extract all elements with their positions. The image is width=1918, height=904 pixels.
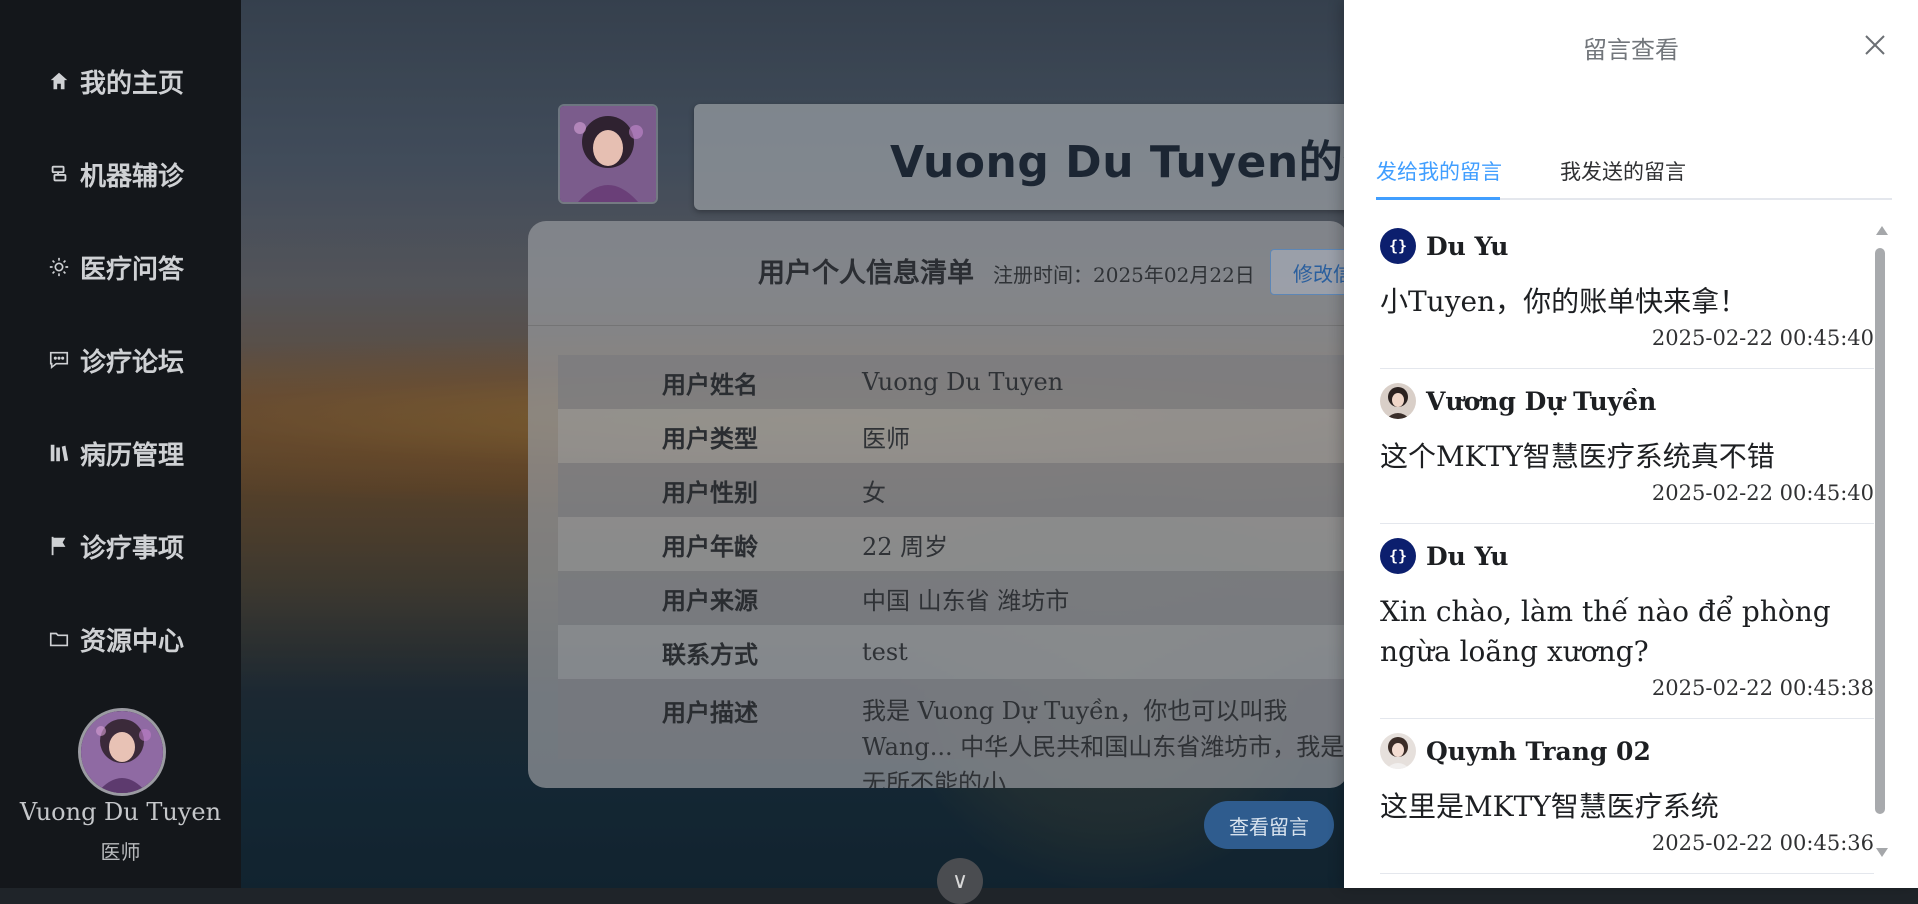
sender-name: Quynh Trang 02	[1426, 736, 1651, 766]
profile-avatar	[558, 104, 658, 204]
message-time: 2025-02-22 00:45:36	[1651, 831, 1874, 855]
code-avatar: {}	[1380, 538, 1416, 574]
flag-icon	[48, 535, 70, 557]
photo-avatar	[1380, 733, 1416, 769]
row-value: 女	[862, 478, 886, 507]
table-row: 用户姓名 Vuong Du Tuyen	[558, 355, 1348, 409]
sidebar-user-role: 医师	[100, 840, 141, 864]
row-key: 用户类型	[662, 424, 758, 453]
list-item: {} Du Yu 小Tuyen，你的账单快来拿！ 2025-02-22 00:4…	[1380, 214, 1874, 369]
chat-icon	[48, 349, 70, 371]
table-row: 用户来源 中国 山东省 潍坊市	[558, 571, 1348, 625]
row-key: 用户姓名	[662, 370, 758, 399]
sidebar-item-label: 病历管理	[80, 440, 185, 471]
info-card-title: 用户个人信息清单	[758, 258, 974, 289]
message-time: 2025-02-22 00:45:40	[1651, 481, 1874, 505]
message-sender: Quynh Trang 02	[1380, 719, 1874, 777]
sun-icon	[48, 256, 70, 278]
view-messages-button[interactable]: 查看留言	[1204, 801, 1334, 849]
scroll-up-icon[interactable]	[1876, 226, 1888, 235]
row-key: 用户来源	[662, 586, 758, 615]
close-icon[interactable]	[1862, 32, 1888, 58]
row-value: 我是 Vuong Dự Tuyền，你也可以叫我 Wang... 中华人民共和国…	[862, 697, 1345, 788]
row-value: 中国 山东省 潍坊市	[862, 586, 1070, 615]
drawer-title: 留言查看	[1583, 36, 1679, 64]
sidebar-item-forum[interactable]: 诊疗论坛	[48, 340, 184, 380]
robot-icon	[48, 163, 70, 185]
message-sender: Vương Dự Tuyền	[1380, 369, 1874, 427]
sidebar-item-label: 我的主页	[80, 68, 185, 99]
table-row: 用户类型 医师	[558, 409, 1348, 463]
list-item: {} Du Yu Xin chào, làm thế nào để phòng …	[1380, 524, 1874, 719]
list-item: Vương Dự Tuyền 这个MKTY智慧医疗系统真不错 2025-02-2…	[1380, 369, 1874, 524]
sidebar-item-label: 机器辅诊	[80, 161, 185, 192]
message-time: 2025-02-22 00:45:38	[1651, 676, 1874, 700]
row-key: 用户性别	[662, 478, 758, 507]
row-key: 联系方式	[662, 640, 758, 669]
sidebar-item-matters[interactable]: 诊疗事项	[48, 526, 184, 566]
table-row: 用户性别 女	[558, 463, 1348, 517]
message-text: 这个MKTY智慧医疗系统真不错	[1380, 440, 1775, 473]
info-card-header: 用户个人信息清单 注册时间：2025年02月22日 修改信息	[528, 221, 1348, 326]
tab-received-messages[interactable]: 发给我的留言	[1376, 156, 1502, 186]
user-info-card: 用户个人信息清单 注册时间：2025年02月22日 修改信息 用户姓名 Vuon…	[528, 221, 1348, 788]
registration-time: 注册时间：2025年02月22日	[993, 263, 1255, 287]
sender-name: Du Yu	[1426, 231, 1509, 261]
sidebar-item-label: 资源中心	[80, 626, 185, 657]
table-row: 用户描述 我是 Vuong Dự Tuyền，你也可以叫我 Wang... 中华…	[558, 679, 1348, 788]
sidebar-item-label: 诊疗论坛	[80, 347, 185, 378]
table-row: 用户年龄 22 周岁	[558, 517, 1348, 571]
page-title: Vuong Du Tuyen的个人主页	[890, 137, 1394, 188]
message-text: 小Tuyen，你的账单快来拿！	[1380, 285, 1748, 318]
message-sender: {} Du Yu	[1380, 214, 1874, 272]
photo-avatar	[1380, 383, 1416, 419]
sidebar-item-label: 医疗问答	[80, 254, 185, 285]
row-value: 22 周岁	[862, 532, 949, 561]
row-key: 用户描述	[662, 699, 758, 727]
active-tab-indicator	[1376, 197, 1500, 200]
page-title-banner: Vuong Du Tuyen的个人主页	[694, 104, 1394, 210]
folder-icon	[48, 628, 70, 650]
edit-info-button[interactable]: 修改信息	[1270, 249, 1348, 295]
message-list: {} Du Yu 小Tuyen，你的账单快来拿！ 2025-02-22 00:4…	[1380, 214, 1874, 888]
records-icon	[48, 442, 70, 464]
scrollbar-thumb[interactable]	[1875, 248, 1885, 814]
tab-sent-messages[interactable]: 我发送的留言	[1560, 156, 1686, 186]
message-text: Xin chào, làm thế nào để phòng ngừa loãn…	[1380, 595, 1831, 668]
sender-name: Du Yu	[1426, 541, 1509, 571]
home-icon	[48, 70, 70, 92]
code-avatar: {}	[1380, 228, 1416, 264]
sidebar-user-name: Vuong Du Tuyen	[19, 798, 222, 826]
row-value: 医师	[862, 424, 910, 453]
info-table: 用户姓名 Vuong Du Tuyen 用户类型 医师 用户性别 女 用户年龄 …	[558, 355, 1348, 788]
row-key: 用户年龄	[662, 532, 758, 561]
sidebar-item-resources[interactable]: 资源中心	[48, 619, 184, 659]
avatar[interactable]	[78, 708, 166, 796]
scrollbar[interactable]	[1874, 226, 1888, 866]
sender-name: Vương Dự Tuyền	[1426, 386, 1657, 416]
message-time: 2025-02-22 00:45:40	[1651, 326, 1874, 350]
row-value: test	[862, 638, 908, 666]
message-sender: {} Du Yu	[1380, 524, 1874, 582]
sidebar-item-home[interactable]: 我的主页	[48, 61, 184, 101]
scroll-down-icon[interactable]	[1876, 848, 1888, 857]
row-value: Vuong Du Tuyen	[862, 368, 1064, 396]
sidebar-item-label: 诊疗事项	[80, 533, 185, 564]
sidebar-item-machine-diagnosis[interactable]: 机器辅诊	[48, 154, 184, 194]
sidebar: 我的主页 机器辅诊 医疗问答 诊疗论坛 病历管理 诊疗事项 资源中心 Vuong…	[0, 0, 241, 888]
chevron-down-icon[interactable]: ∨	[937, 858, 983, 904]
sidebar-item-medical-qa[interactable]: 医疗问答	[48, 247, 184, 287]
table-row: 联系方式 test	[558, 625, 1348, 679]
messages-drawer: 留言查看 发给我的留言 我发送的留言 {} Du Yu 小Tuyen，你的账单快…	[1344, 0, 1918, 888]
message-text: 这里是MKTY智慧医疗系统	[1380, 790, 1719, 823]
list-item: Quynh Trang 02 这里是MKTY智慧医疗系统 2025-02-22 …	[1380, 719, 1874, 874]
sidebar-item-records[interactable]: 病历管理	[48, 433, 184, 473]
